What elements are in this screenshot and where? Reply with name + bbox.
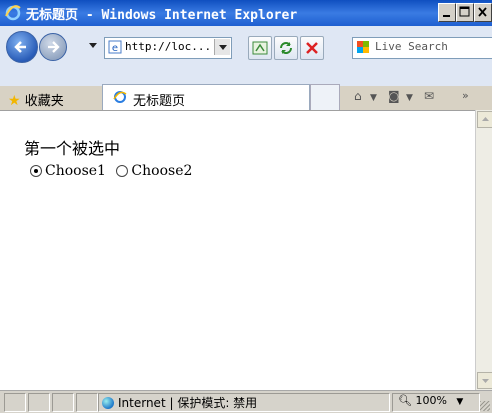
search-placeholder: Live Search [375,40,448,53]
status-cell [28,393,50,412]
minimize-icon [443,15,450,17]
address-text: http://loc... [125,40,212,53]
new-tab-button[interactable] [310,84,340,112]
navigation-toolbar: e http://loc... Live Search [0,26,492,86]
compatibility-button[interactable] [248,36,272,60]
vertical-scrollbar[interactable] [475,110,492,390]
zoom-icon: 🔍︎ [398,394,412,407]
page-icon: e [108,40,122,54]
page-heading: 第一个被选中 [24,139,121,158]
svg-text:e: e [112,43,118,54]
status-bar: Internet | 保护模式: 禁用 🔍︎ 100% ▼ [0,390,492,413]
favorites-button[interactable]: ★ 收藏夹 [8,90,64,109]
refresh-button[interactable] [274,36,298,60]
tab-title: 无标题页 [133,94,186,109]
more-commands-icon[interactable]: » [462,89,469,102]
zoom-control[interactable]: 🔍︎ 100% ▼ [398,394,463,407]
stop-button[interactable] [300,36,324,60]
feeds-icon[interactable]: ◙ [388,89,400,103]
close-button[interactable] [474,3,492,22]
ie-logo-icon [5,5,21,21]
home-icon[interactable]: ⌂ [354,89,362,103]
internet-globe-icon [102,397,114,409]
mail-icon[interactable]: ✉ [424,89,434,103]
tab-ie-icon [113,91,127,103]
minimize-button[interactable] [438,3,456,22]
status-cell [52,393,74,412]
favorites-star-icon: ★ [8,93,21,109]
title-bar: 无标题页 - Windows Internet Explorer [0,0,492,26]
radio-choose1-label[interactable]: Choose1 [45,163,106,179]
search-box[interactable]: Live Search [352,37,492,59]
status-cell [4,393,26,412]
back-button[interactable] [6,31,38,63]
status-cell [76,393,98,412]
live-search-icon [357,41,369,53]
forward-arrow-icon [48,41,60,53]
maximize-icon [459,6,470,17]
close-icon [478,7,487,17]
security-zone[interactable]: Internet | 保护模式: 禁用 [102,394,257,411]
maximize-button[interactable] [456,3,474,22]
address-dropdown-button[interactable] [214,39,230,55]
zoom-level: 100% [415,394,447,407]
address-bar[interactable]: e http://loc... [104,37,232,59]
scroll-up-icon [482,117,489,121]
feeds-dropdown-icon[interactable]: ▼ [406,93,413,103]
home-dropdown-icon[interactable]: ▼ [370,93,377,103]
resize-grip-icon[interactable] [480,401,490,411]
refresh-icon [280,42,292,54]
page-viewport: 第一个被选中 Choose1 Choose2 [0,110,475,391]
tab-active[interactable]: 无标题页 [102,84,310,111]
forward-button[interactable] [39,33,67,61]
zoom-dropdown-icon: ▼ [456,397,464,407]
stop-icon [306,42,318,54]
window-title: 无标题页 - Windows Internet Explorer [26,8,298,23]
scroll-down-button[interactable] [477,372,492,389]
radio-choose2[interactable] [116,165,129,177]
command-bar: ⌂ ▼ ◙ ▼ ✉ » [344,86,492,110]
compatibility-icon [252,41,268,55]
security-zone-text: Internet | 保护模式: 禁用 [118,396,258,410]
favorites-label: 收藏夹 [24,94,64,109]
history-dropdown-icon[interactable] [89,43,97,48]
scroll-up-button[interactable] [477,111,492,128]
back-arrow-icon [14,41,26,53]
radio-choose2-label[interactable]: Choose2 [131,163,192,179]
scroll-down-icon [482,379,489,383]
radio-choose1[interactable] [30,165,42,177]
radio-group: Choose1 Choose2 [30,163,192,179]
